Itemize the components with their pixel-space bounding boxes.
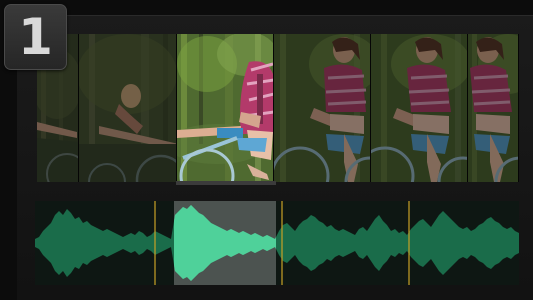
filmstrip-frame-3[interactable] — [177, 34, 274, 182]
filmstrip-frame-5[interactable] — [371, 34, 468, 182]
filmstrip-frame-6[interactable] — [468, 34, 519, 182]
audio-waveform-track[interactable] — [35, 201, 519, 285]
audio-waveform — [35, 201, 519, 285]
selected-frame-indicator — [176, 181, 276, 185]
filmstrip-frame-2[interactable] — [79, 34, 177, 182]
step-number-badge: 1 — [4, 4, 67, 70]
video-filmstrip[interactable] — [37, 34, 519, 182]
filmstrip-frame-4[interactable] — [274, 34, 371, 182]
